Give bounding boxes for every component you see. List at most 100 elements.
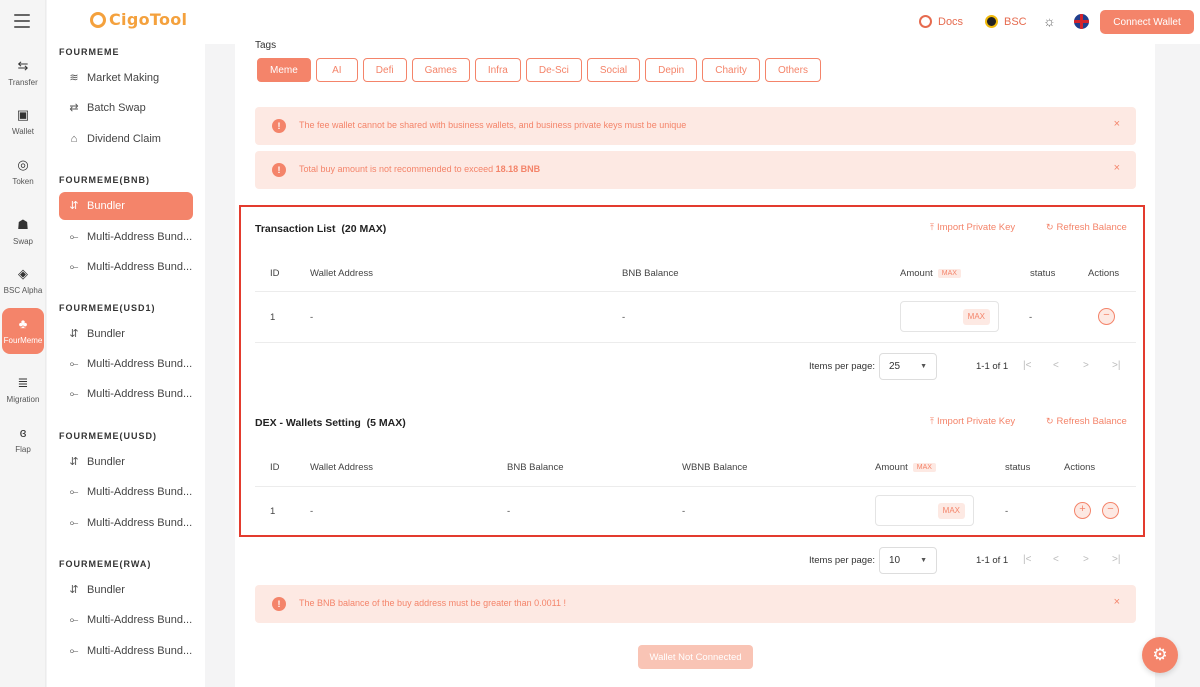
sidebar-item[interactable]: ⟜ Multi-Address Bund... (59, 509, 193, 537)
tag-depin[interactable]: Depin (645, 58, 698, 82)
remove-row-icon[interactable]: − (1098, 308, 1115, 325)
tag-ai[interactable]: AI (315, 58, 358, 82)
sidebar-item[interactable]: ⇵ Bundler (59, 192, 193, 220)
sidebar-item-label: Multi-Address Bund... (87, 645, 193, 657)
column-actions: Actions (1064, 462, 1096, 473)
sidebar-item[interactable]: ⟜ Multi-Address Bund... (59, 253, 193, 281)
row-balance: - (622, 312, 626, 323)
sidebar-item[interactable]: ⇵ Bundler (59, 320, 193, 348)
settings-gear-icon[interactable]: ⚙ (1142, 637, 1178, 673)
connect-wallet-button[interactable]: Connect Wallet (1100, 10, 1194, 34)
row-id: 1 (270, 312, 276, 323)
refresh-icon: ↻ (1046, 416, 1054, 426)
sidebar-item[interactable]: ⟜ Multi-Address Bund... (59, 350, 193, 378)
tag-infra[interactable]: Infra (474, 58, 521, 82)
items-per-page-select[interactable]: 10 ▼ (879, 547, 937, 574)
next-page-icon[interactable]: > (1083, 554, 1089, 565)
sidebar-item-label: Multi-Address Bund... (87, 486, 193, 498)
bsc-alpha-icon: ◈ (18, 266, 28, 281)
transaction-list-title: Transaction List (20 MAX) (255, 223, 386, 235)
network-selector[interactable]: BSC (985, 15, 1027, 28)
logo[interactable]: CigoTool (90, 10, 187, 29)
dex-wallets-max: (5 MAX) (366, 417, 406, 429)
max-button[interactable]: MAX (937, 503, 965, 519)
sidebar-item[interactable]: ⇵ Bundler (59, 448, 193, 476)
tag-social[interactable]: Social (586, 58, 641, 82)
sidebar-item[interactable]: ⌂ Dividend Claim (59, 125, 193, 153)
sidebar-item[interactable]: ⟜ Multi-Address Bund... (59, 223, 193, 251)
sidebar-item[interactable]: ⟜ Multi-Address Bund... (59, 380, 193, 408)
refresh-icon: ↻ (1046, 222, 1054, 232)
prev-page-icon[interactable]: < (1053, 554, 1059, 565)
refresh-balance-link[interactable]: ↻ Refresh Balance (1046, 222, 1127, 233)
bundler-icon: ⇵ (69, 328, 79, 340)
remove-row-icon[interactable]: − (1102, 502, 1119, 519)
first-page-icon[interactable]: |< (1023, 360, 1031, 371)
tag-meme[interactable]: Meme (257, 58, 311, 82)
tag-de-sci[interactable]: De-Sci (525, 58, 582, 82)
last-page-icon[interactable]: >| (1112, 554, 1120, 565)
wallet-not-connected-button[interactable]: Wallet Not Connected (638, 645, 753, 669)
docs-label: Docs (938, 15, 964, 28)
pager-range: 1-1 of 1 (976, 555, 1009, 566)
language-flag-icon[interactable] (1074, 14, 1089, 29)
items-per-page-select[interactable]: 25 ▼ (879, 353, 937, 380)
column-max-pill[interactable]: MAX (912, 463, 936, 472)
dex-wallets-title-text: DEX - Wallets Setting (255, 417, 361, 429)
add-row-icon[interactable]: + (1074, 502, 1091, 519)
amount-input[interactable]: MAX (900, 301, 999, 332)
rail-item-wallet[interactable]: ▣ Wallet (2, 107, 44, 136)
rail-item-flap[interactable]: ɞ Flap (2, 425, 44, 454)
amount-input[interactable]: MAX (875, 495, 974, 526)
theme-toggle-sun-icon[interactable]: ☼ (1043, 13, 1056, 29)
chevron-down-icon: ▼ (920, 557, 927, 564)
sidebar-item[interactable]: ⟜ Multi-Address Bund... (59, 478, 193, 506)
next-page-icon[interactable]: > (1083, 360, 1089, 371)
bnb-coin-icon (985, 15, 998, 28)
column-amount: Amount MAX (875, 462, 936, 473)
rail-item-fourmeme[interactable]: ♣ FourMeme (2, 308, 44, 354)
close-icon[interactable]: × (1114, 162, 1120, 174)
docs-link[interactable]: Docs (919, 15, 963, 28)
row-wbnb-balance: - (682, 506, 686, 517)
rail-item-token[interactable]: ◎ Token (2, 157, 44, 186)
tag-games[interactable]: Games (411, 58, 470, 82)
migration-icon: ≣ (17, 375, 29, 390)
import-private-key-link[interactable]: ⤒ Import Private Key (930, 416, 1015, 427)
sidebar-item[interactable]: ⟜ Multi-Address Bund... (59, 637, 193, 665)
prev-page-icon[interactable]: < (1053, 360, 1059, 371)
refresh-balance-link[interactable]: ↻ Refresh Balance (1046, 416, 1127, 427)
items-per-page-value: 10 (889, 555, 901, 566)
tag-others[interactable]: Others (764, 58, 821, 82)
last-page-icon[interactable]: >| (1112, 360, 1120, 371)
sidebar-item-label: Multi-Address Bund... (87, 388, 193, 400)
sidebar-item[interactable]: ≋ Market Making (59, 64, 193, 92)
tag-defi[interactable]: Defi (362, 58, 407, 82)
rail-item-bsc-alpha[interactable]: ◈ BSC Alpha (2, 266, 44, 295)
logo-text: CigoTool (109, 10, 188, 29)
sidebar-item-label: Bundler (87, 200, 125, 212)
tag-charity[interactable]: Charity (702, 58, 760, 82)
rail-item-label: Token (12, 177, 34, 186)
refresh-label: Refresh Balance (1056, 416, 1127, 427)
wallet-icon: ▣ (16, 107, 30, 122)
sidebar-item-label: Multi-Address Bund... (87, 614, 193, 626)
hamburger-menu-icon[interactable] (14, 14, 30, 28)
sidebar-item[interactable]: ⇄ Batch Swap (59, 94, 193, 122)
import-private-key-link[interactable]: ⤒ Import Private Key (930, 222, 1015, 233)
rail-item-label: Flap (15, 445, 31, 454)
main-card: Tags Meme AI Defi Games Infra De-Sci Social Dep… (235, 40, 1155, 687)
sidebar-item[interactable]: ⇵ Bundler (59, 576, 193, 604)
multi-address-icon: ⟜ (69, 231, 79, 243)
max-button[interactable]: MAX (962, 309, 990, 325)
close-icon[interactable]: × (1114, 118, 1120, 130)
alert-text: The fee wallet cannot be shared with bus… (299, 120, 687, 130)
first-page-icon[interactable]: |< (1023, 554, 1031, 565)
rail-item-transfer[interactable]: ⇆ Transfer (2, 58, 44, 87)
import-label: Import Private Key (936, 416, 1016, 427)
rail-item-migration[interactable]: ≣ Migration (2, 375, 44, 404)
close-icon[interactable]: × (1114, 596, 1120, 608)
column-max-pill[interactable]: MAX (937, 269, 961, 278)
sidebar-item[interactable]: ⟜ Multi-Address Bund... (59, 606, 193, 634)
rail-item-swap[interactable]: ☗ Swap (2, 217, 44, 246)
